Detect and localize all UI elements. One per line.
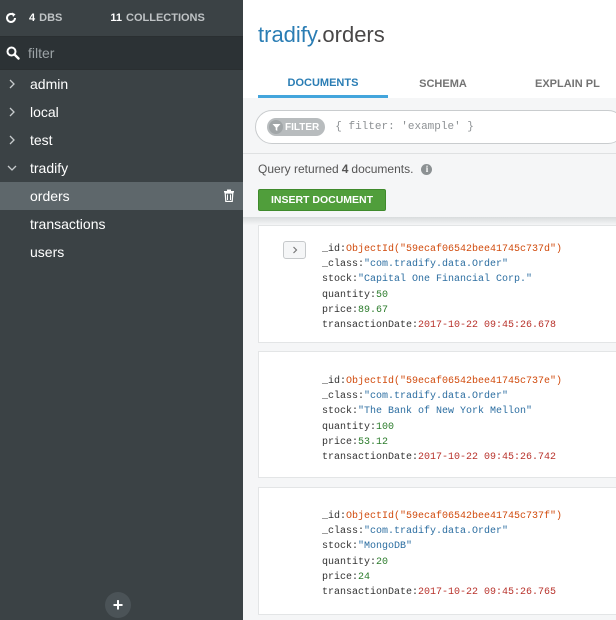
field-quantity: quantity:50 [322, 289, 389, 301]
field-stock: stock:"MongoDB" [322, 541, 413, 553]
field-class: _class:"com.tradify.data.Order" [322, 259, 509, 271]
collection-label: orders [30, 188, 70, 204]
title-db-name[interactable]: tradify [258, 22, 316, 47]
collection-header: tradify.orders DOCUMENTS SCHEMA EXPLAIN … [243, 0, 616, 98]
field-price: price:89.67 [322, 304, 389, 316]
field-transaction-date: transactionDate:2017-10-22 09:45:26.742 [322, 452, 557, 464]
field-price: price:53.12 [322, 436, 389, 448]
sidebar-filter-input[interactable] [28, 45, 228, 61]
chevron-right-icon [9, 79, 15, 89]
query-result-summary: Query returned 4 documents. i [258, 162, 433, 176]
filter-button[interactable]: FILTER [267, 118, 326, 136]
field-transaction-date: transactionDate:2017-10-22 09:45:26.765 [322, 587, 557, 599]
tab-documents[interactable]: DOCUMENTS [258, 70, 388, 98]
search-icon [6, 46, 20, 60]
sidebar-collection-users[interactable]: users [0, 238, 243, 266]
main-panel: tradify.orders DOCUMENTS SCHEMA EXPLAIN … [243, 0, 616, 620]
field-quantity: quantity:20 [322, 556, 389, 568]
document-fields: _id:ObjectId("59ecaf06542bee41745c737d")… [322, 242, 562, 333]
field-quantity: quantity:100 [322, 421, 395, 433]
db-label: tradify [30, 160, 69, 176]
tab-explain-plan[interactable]: EXPLAIN PL [498, 70, 616, 98]
add-database-button[interactable]: + [105, 592, 131, 618]
trash-icon[interactable] [223, 189, 235, 202]
document-fields: _id:ObjectId("59ecaf06542bee41745c737e")… [322, 374, 562, 465]
chevron-right-icon [292, 246, 297, 254]
query-bar[interactable]: FILTER { filter: 'example' } [255, 110, 616, 144]
field-id: _id:ObjectId("59ecaf06542bee41745c737d") [322, 244, 563, 255]
field-price: price:24 [322, 571, 371, 583]
tab-schema[interactable]: SCHEMA [388, 70, 498, 98]
sidebar-db-admin[interactable]: admin [0, 70, 243, 98]
field-id: _id:ObjectId("59ecaf06542bee41745c737f") [322, 511, 563, 522]
compass-window: 4DBS 11COLLECTIONS admin local test trad… [0, 0, 616, 620]
refresh-icon[interactable] [5, 12, 17, 24]
chevron-right-icon [9, 135, 15, 145]
filter-label: FILTER [285, 121, 320, 133]
document-fields: _id:ObjectId("59ecaf06542bee41745c737f")… [322, 509, 562, 600]
sidebar-filter [0, 36, 243, 70]
dbs-count: 4 DBS [29, 12, 63, 24]
db-label: test [30, 132, 53, 148]
chevron-down-icon [7, 165, 17, 171]
title-collection-name: .orders [316, 22, 385, 47]
chevron-right-icon [9, 107, 15, 117]
collections-count: 11 COLLECTIONS [110, 12, 205, 24]
field-stock: stock:"The Bank of New York Mellon" [322, 406, 533, 418]
sidebar-db-tradify[interactable]: tradify [0, 154, 243, 182]
db-label: admin [30, 76, 69, 92]
page-title: tradify.orders [258, 22, 385, 48]
sidebar-collection-orders[interactable]: orders [0, 182, 243, 210]
sidebar-db-local[interactable]: local [0, 98, 243, 126]
field-transaction-date: transactionDate:2017-10-22 09:45:26.678 [322, 320, 557, 332]
filter-icon [269, 120, 283, 134]
db-label: local [30, 104, 59, 120]
sidebar-db-test[interactable]: test [0, 126, 243, 154]
document-list-shadow [243, 217, 616, 225]
field-class: _class:"com.tradify.data.Order" [322, 526, 509, 538]
result-count: 4 [341, 162, 349, 176]
field-stock: stock:"Capital One Financial Corp." [322, 274, 533, 286]
sidebar-collection-transactions[interactable]: transactions [0, 210, 243, 238]
document-card[interactable]: _id:ObjectId("59ecaf06542bee41745c737e")… [258, 351, 616, 478]
field-class: _class:"com.tradify.data.Order" [322, 391, 509, 403]
collection-label: transactions [30, 216, 106, 232]
query-input[interactable]: { filter: 'example' } [335, 121, 474, 133]
document-card[interactable]: _id:ObjectId("59ecaf06542bee41745c737d")… [258, 225, 616, 343]
divider [243, 153, 616, 154]
field-id: _id:ObjectId("59ecaf06542bee41745c737e") [322, 376, 563, 387]
collection-label: users [30, 244, 65, 260]
sidebar-header: 4 DBS 11 COLLECTIONS [0, 0, 243, 36]
insert-document-button[interactable]: INSERT DOCUMENT [258, 189, 386, 211]
info-icon[interactable]: i [421, 163, 433, 175]
sidebar: 4DBS 11COLLECTIONS admin local test trad… [0, 0, 243, 620]
expand-document-button[interactable] [283, 241, 306, 259]
tab-bar: DOCUMENTS SCHEMA EXPLAIN PL [258, 70, 616, 98]
document-card[interactable]: _id:ObjectId("59ecaf06542bee41745c737f")… [258, 487, 616, 615]
